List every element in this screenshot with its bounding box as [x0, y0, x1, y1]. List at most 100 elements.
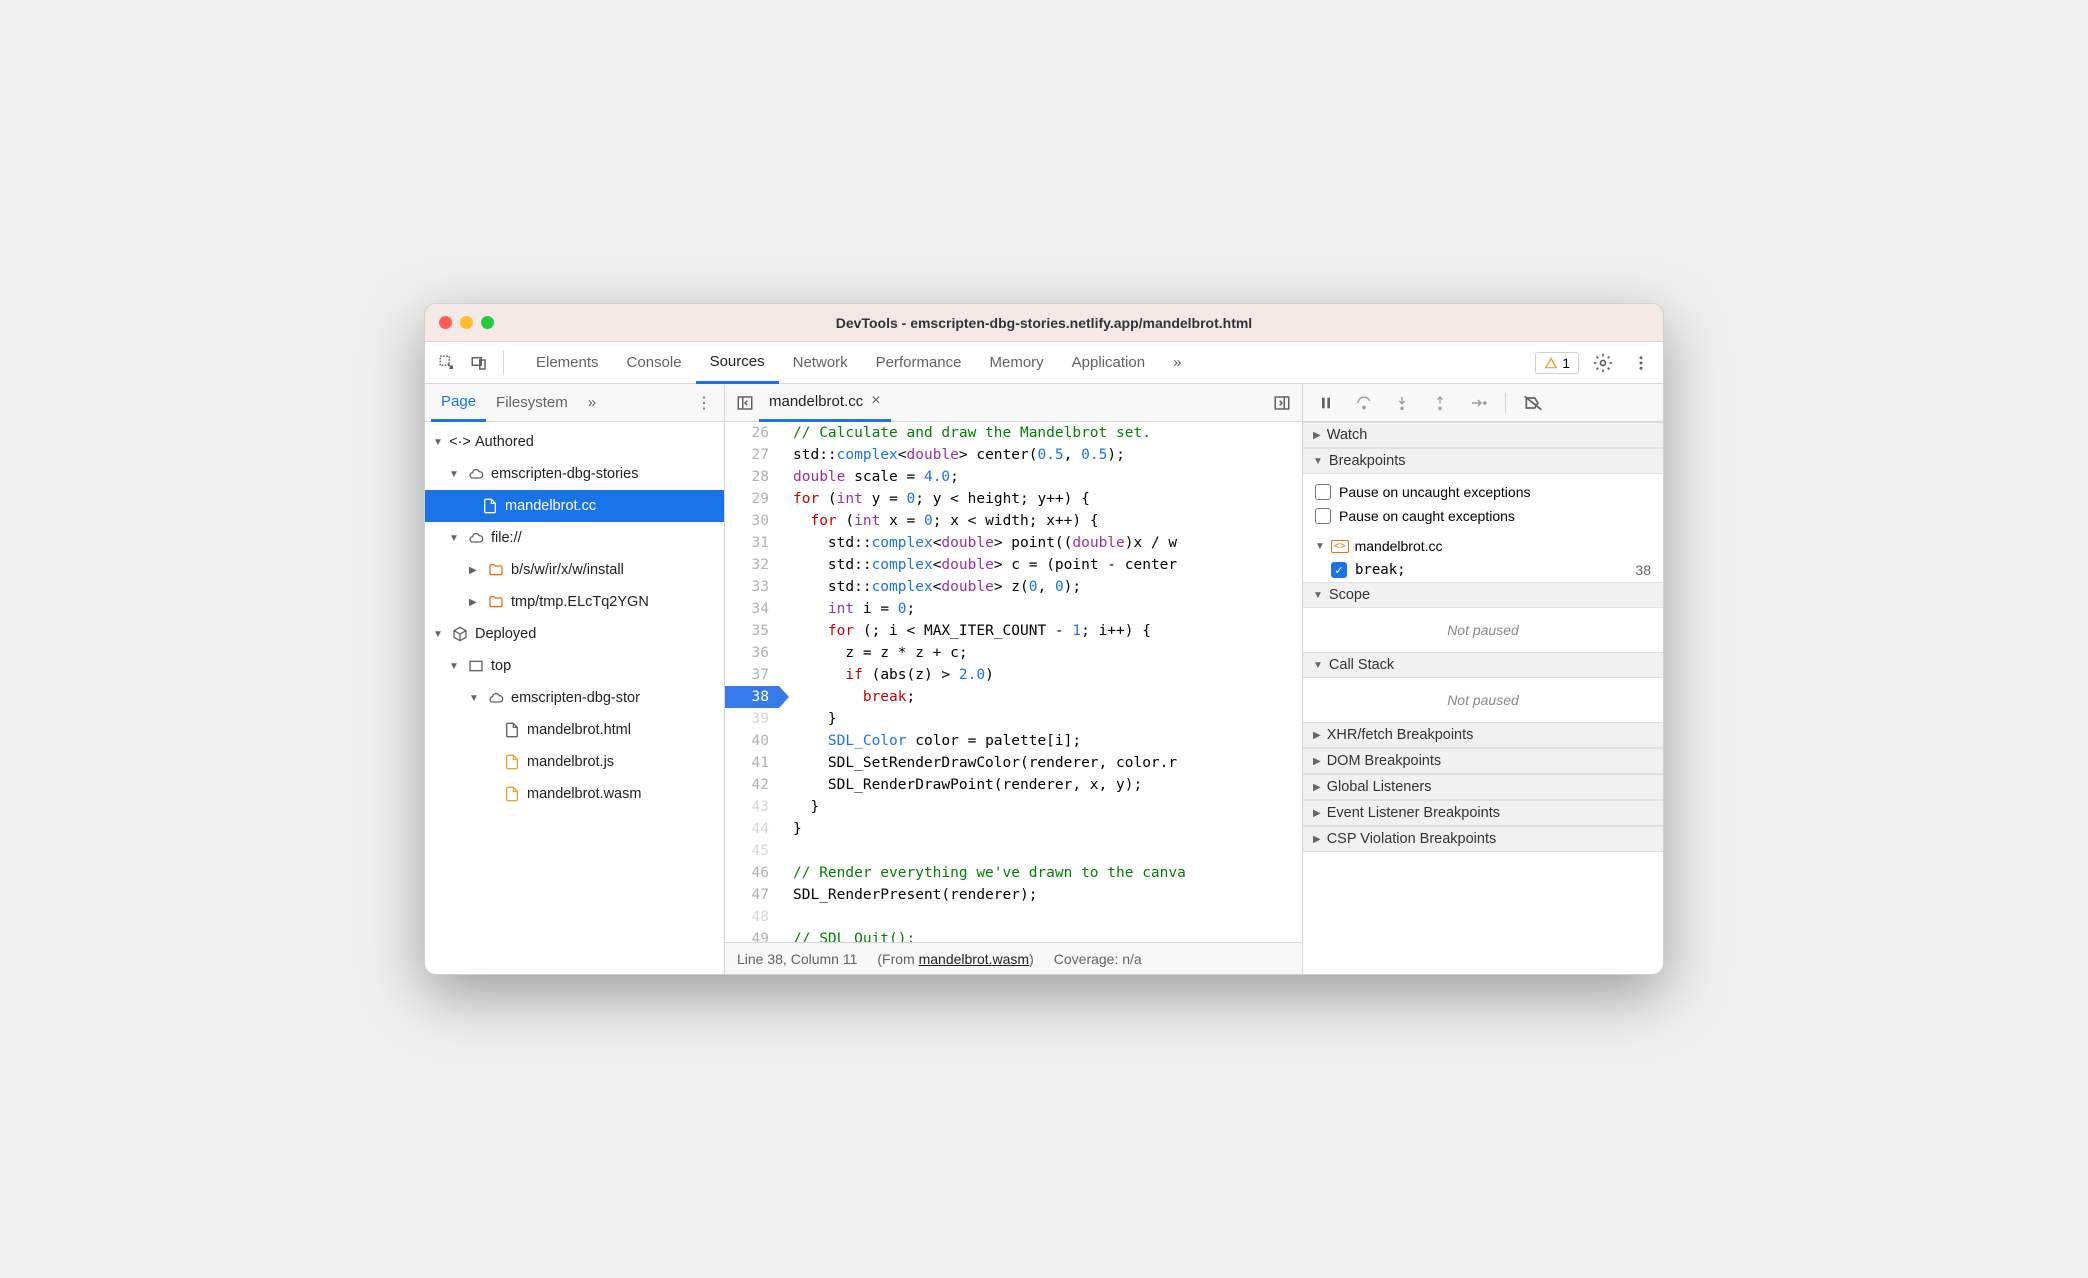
- line-number[interactable]: 47: [725, 884, 779, 906]
- tree-top[interactable]: ▼ top: [425, 650, 724, 682]
- line-number[interactable]: 31: [725, 532, 779, 554]
- line-number[interactable]: 45: [725, 840, 779, 862]
- line-number[interactable]: 43: [725, 796, 779, 818]
- line-number[interactable]: 28: [725, 466, 779, 488]
- sidebar-tab-page[interactable]: Page: [431, 384, 486, 422]
- tab-memory[interactable]: Memory: [976, 342, 1058, 384]
- line-number[interactable]: 42: [725, 774, 779, 796]
- code-line[interactable]: 47SDL_RenderPresent(renderer);: [725, 884, 1302, 906]
- tree-cloud-deployed[interactable]: ▼ emscripten-dbg-stor: [425, 682, 724, 714]
- section-global-listeners[interactable]: ▶ Global Listeners: [1303, 774, 1663, 800]
- line-number[interactable]: 40: [725, 730, 779, 752]
- code-line[interactable]: 32 std::complex<double> c = (point - cen…: [725, 554, 1302, 576]
- code-line[interactable]: 40 SDL_Color color = palette[i];: [725, 730, 1302, 752]
- toggle-navigator-icon[interactable]: [731, 389, 759, 417]
- line-number[interactable]: 33: [725, 576, 779, 598]
- sidebar-tab-filesystem[interactable]: Filesystem: [486, 384, 578, 422]
- checkbox-unchecked-icon[interactable]: [1315, 508, 1331, 524]
- tree-deployed[interactable]: ▼ Deployed: [425, 618, 724, 650]
- deactivate-breakpoints-button[interactable]: [1522, 392, 1544, 414]
- line-number[interactable]: 26: [725, 422, 779, 444]
- tree-cloud-host[interactable]: ▼ emscripten-dbg-stories: [425, 458, 724, 490]
- editor-tab-mandelbrot[interactable]: mandelbrot.cc ×: [759, 384, 891, 422]
- line-number[interactable]: 32: [725, 554, 779, 576]
- inspect-element-icon[interactable]: [433, 349, 461, 377]
- tree-file-js[interactable]: mandelbrot.js: [425, 746, 724, 778]
- close-tab-icon[interactable]: ×: [871, 392, 880, 410]
- code-line[interactable]: 34 int i = 0;: [725, 598, 1302, 620]
- checkbox-unchecked-icon[interactable]: [1315, 484, 1331, 500]
- code-line[interactable]: 44}: [725, 818, 1302, 840]
- tree-file-wasm[interactable]: mandelbrot.wasm: [425, 778, 724, 810]
- step-button[interactable]: [1467, 392, 1489, 414]
- minimize-window-button[interactable]: [460, 316, 473, 329]
- code-line[interactable]: 41 SDL_SetRenderDrawColor(renderer, colo…: [725, 752, 1302, 774]
- code-line[interactable]: 38 break;: [725, 686, 1302, 708]
- code-line[interactable]: 48: [725, 906, 1302, 928]
- line-number[interactable]: 37: [725, 664, 779, 686]
- code-line[interactable]: 45: [725, 840, 1302, 862]
- section-call-stack[interactable]: ▼ Call Stack: [1303, 652, 1663, 678]
- section-event-listener-breakpoints[interactable]: ▶ Event Listener Breakpoints: [1303, 800, 1663, 826]
- tree-authored[interactable]: ▼ <·> Authored: [425, 426, 724, 458]
- section-dom-breakpoints[interactable]: ▶ DOM Breakpoints: [1303, 748, 1663, 774]
- step-into-button[interactable]: [1391, 392, 1413, 414]
- line-number[interactable]: 38: [725, 686, 779, 708]
- warning-badge[interactable]: 1: [1535, 352, 1579, 374]
- line-number[interactable]: 41: [725, 752, 779, 774]
- tabs-overflow[interactable]: »: [1159, 342, 1195, 384]
- line-number[interactable]: 30: [725, 510, 779, 532]
- tab-console[interactable]: Console: [613, 342, 696, 384]
- code-line[interactable]: 36 z = z * z + c;: [725, 642, 1302, 664]
- line-number[interactable]: 46: [725, 862, 779, 884]
- pause-button[interactable]: [1315, 392, 1337, 414]
- code-line[interactable]: 43 }: [725, 796, 1302, 818]
- code-line[interactable]: 33 std::complex<double> z(0, 0);: [725, 576, 1302, 598]
- code-line[interactable]: 26// Calculate and draw the Mandelbrot s…: [725, 422, 1302, 444]
- tab-network[interactable]: Network: [779, 342, 862, 384]
- step-over-button[interactable]: [1353, 392, 1375, 414]
- tab-performance[interactable]: Performance: [862, 342, 976, 384]
- toggle-debugger-icon[interactable]: [1268, 389, 1296, 417]
- breakpoint-item-row[interactable]: ✓ break; 38: [1303, 558, 1663, 582]
- tree-folder-tmp[interactable]: ▶ tmp/tmp.ELcTq2YGN: [425, 586, 724, 618]
- section-watch[interactable]: ▶ Watch: [1303, 422, 1663, 448]
- code-line[interactable]: 30 for (int x = 0; x < width; x++) {: [725, 510, 1302, 532]
- more-icon[interactable]: [1627, 349, 1655, 377]
- checkbox-checked-icon[interactable]: ✓: [1331, 562, 1347, 578]
- section-xhr-breakpoints[interactable]: ▶ XHR/fetch Breakpoints: [1303, 722, 1663, 748]
- tab-sources[interactable]: Sources: [696, 342, 779, 384]
- sidebar-more-icon[interactable]: ⋮: [690, 389, 718, 417]
- source-from-link[interactable]: mandelbrot.wasm: [919, 951, 1030, 967]
- line-number[interactable]: 27: [725, 444, 779, 466]
- tree-file-mandelbrot-cc[interactable]: mandelbrot.cc: [425, 490, 724, 522]
- section-csp-breakpoints[interactable]: ▶ CSP Violation Breakpoints: [1303, 826, 1663, 852]
- line-number[interactable]: 39: [725, 708, 779, 730]
- step-out-button[interactable]: [1429, 392, 1451, 414]
- pause-uncaught-row[interactable]: Pause on uncaught exceptions: [1315, 480, 1651, 504]
- line-number[interactable]: 35: [725, 620, 779, 642]
- line-number[interactable]: 34: [725, 598, 779, 620]
- code-line[interactable]: 27std::complex<double> center(0.5, 0.5);: [725, 444, 1302, 466]
- line-number[interactable]: 36: [725, 642, 779, 664]
- tab-application[interactable]: Application: [1058, 342, 1159, 384]
- tab-elements[interactable]: Elements: [522, 342, 613, 384]
- line-number[interactable]: 49: [725, 928, 779, 942]
- settings-icon[interactable]: [1589, 349, 1617, 377]
- tree-file-html[interactable]: mandelbrot.html: [425, 714, 724, 746]
- code-line[interactable]: 37 if (abs(z) > 2.0): [725, 664, 1302, 686]
- breakpoint-file-row[interactable]: ▼ <> mandelbrot.cc: [1303, 534, 1663, 558]
- line-number[interactable]: 29: [725, 488, 779, 510]
- tree-folder-install[interactable]: ▶ b/s/w/ir/x/w/install: [425, 554, 724, 586]
- pause-caught-row[interactable]: Pause on caught exceptions: [1315, 504, 1651, 528]
- line-number[interactable]: 44: [725, 818, 779, 840]
- section-breakpoints[interactable]: ▼ Breakpoints: [1303, 448, 1663, 474]
- code-editor[interactable]: 26// Calculate and draw the Mandelbrot s…: [725, 422, 1302, 942]
- code-line[interactable]: 31 std::complex<double> point((double)x …: [725, 532, 1302, 554]
- code-line[interactable]: 35 for (; i < MAX_ITER_COUNT - 1; i++) {: [725, 620, 1302, 642]
- close-window-button[interactable]: [439, 316, 452, 329]
- sidebar-tabs-overflow[interactable]: »: [578, 384, 606, 422]
- device-toolbar-icon[interactable]: [465, 349, 493, 377]
- tree-file-scheme[interactable]: ▼ file://: [425, 522, 724, 554]
- section-scope[interactable]: ▼ Scope: [1303, 582, 1663, 608]
